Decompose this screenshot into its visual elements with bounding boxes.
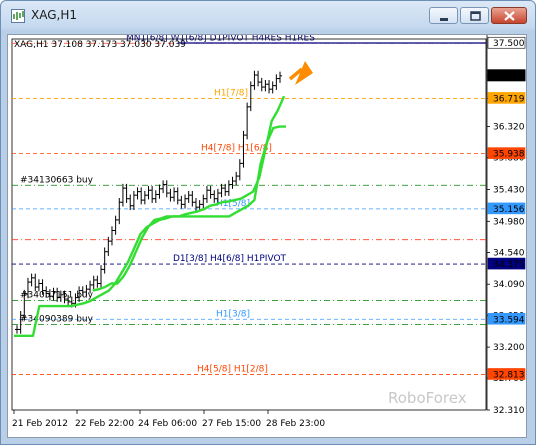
ohlc-header: XAG,H1 37.108 37.173 37.030 37.039 (14, 40, 186, 50)
minimize-button[interactable] (429, 7, 458, 24)
close-icon (504, 11, 515, 21)
y-tick-label: 35.430 (493, 186, 525, 196)
price-tag-label: 37.500 (493, 39, 525, 49)
terminal-window: XAG,H1 RoboForex37.03936.72036.32035.880… (0, 0, 536, 445)
window-title: XAG,H1 (31, 8, 77, 22)
price-level-label: H1[7/8] (214, 88, 248, 98)
price-level-label: H4[7/8] H1[6/8] (201, 144, 272, 154)
x-tick-label: 28 Feb 23:00 (266, 419, 325, 429)
price-tag-label: 36.719 (493, 94, 525, 104)
chart-window-icon (11, 9, 25, 23)
watermark-label: RoboForex (388, 389, 467, 407)
y-tick-label: 34.980 (493, 217, 525, 227)
x-tick-label: 24 Feb 06:00 (138, 419, 197, 429)
price-chart[interactable]: RoboForex37.03936.72036.32035.88035.4303… (8, 35, 526, 437)
close-button[interactable] (491, 7, 527, 24)
price-level-label: H1[3/8] (216, 309, 250, 319)
minimize-icon (440, 18, 448, 21)
y-tick-label: 36.320 (493, 123, 525, 133)
price-tag-label: 32.813 (493, 370, 525, 380)
price-tag-label: 34.375 (493, 260, 525, 270)
title-bar[interactable]: XAG,H1 (1, 1, 535, 31)
x-tick-label: 27 Feb 15:00 (202, 419, 261, 429)
maximize-button[interactable] (460, 7, 489, 24)
plot-border (11, 38, 487, 411)
price-level-label: H4[5/8] H1[2/8] (197, 364, 268, 374)
y-tick-label: 34.540 (493, 248, 525, 258)
price-tag-label: 35.156 (493, 205, 525, 215)
maximize-icon (470, 11, 481, 21)
current-price-label: 37.039 (493, 72, 525, 82)
price-tag-label: 35.938 (493, 150, 525, 160)
x-tick-label: 22 Feb 22:00 (75, 419, 134, 429)
y-tick-label: 32.310 (493, 406, 525, 416)
order-label: #34090389 buy (20, 314, 94, 324)
price-level-label: D1[3/8] H4[6/8] H1PIVOT (173, 254, 287, 264)
x-tick-label: 21 Feb 2012 (12, 419, 68, 429)
y-tick-label: 34.090 (493, 280, 525, 290)
price-tag-label: 33.594 (493, 315, 525, 325)
trailing-stop-line (14, 125, 286, 337)
order-label: #34130663 buy (20, 175, 94, 185)
chart-area[interactable]: RoboForex37.03936.72036.32035.88035.4303… (7, 34, 527, 438)
y-tick-label: 33.200 (493, 343, 525, 353)
